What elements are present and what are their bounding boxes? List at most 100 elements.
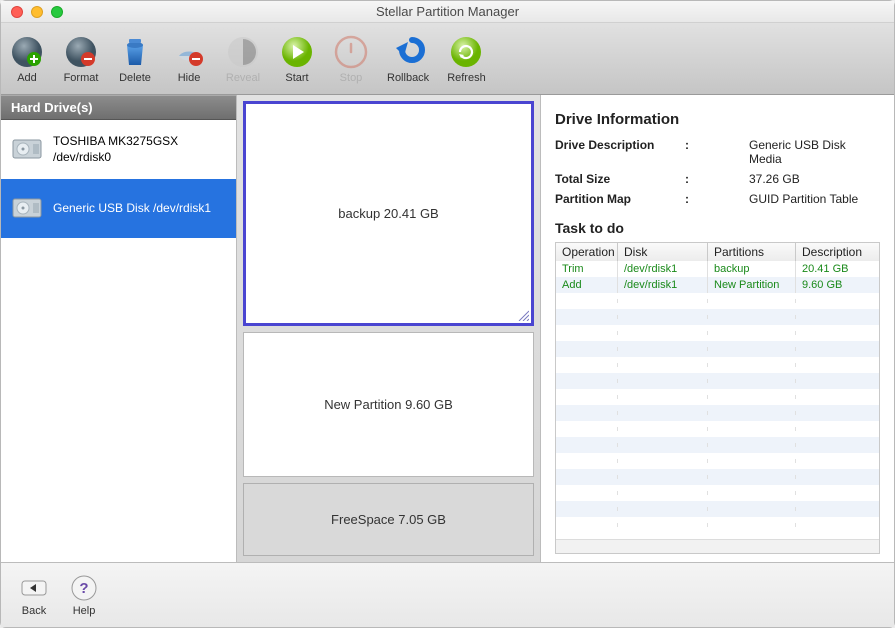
format-label: Format bbox=[64, 72, 99, 84]
col-partitions[interactable]: Partitions bbox=[708, 243, 796, 261]
task-row-empty bbox=[556, 405, 879, 421]
cell-description: 20.41 GB bbox=[796, 261, 879, 277]
hard-drive-icon bbox=[11, 134, 43, 165]
start-label: Start bbox=[285, 72, 308, 84]
partition-label: FreeSpace 7.05 GB bbox=[331, 512, 446, 527]
delete-icon bbox=[117, 34, 153, 70]
rollback-label: Rollback bbox=[387, 72, 429, 84]
minimize-window-button[interactable] bbox=[31, 6, 43, 18]
info-title: Drive Information bbox=[555, 111, 880, 128]
add-label: Add bbox=[17, 72, 37, 84]
partition-map: backup 20.41 GB New Partition 9.60 GB Fr… bbox=[236, 95, 541, 562]
task-row-empty bbox=[556, 469, 879, 485]
partition-label: New Partition 9.60 GB bbox=[324, 397, 453, 412]
delete-button[interactable]: Delete bbox=[117, 34, 153, 84]
cell-description: 9.60 GB bbox=[796, 277, 879, 293]
refresh-button[interactable]: Refresh bbox=[447, 34, 486, 84]
partition-backup[interactable]: backup 20.41 GB bbox=[243, 101, 534, 326]
task-rows: Trim /dev/rdisk1 backup 20.41 GB Add /de… bbox=[556, 261, 879, 539]
partition-new[interactable]: New Partition 9.60 GB bbox=[243, 332, 534, 477]
task-row-empty bbox=[556, 389, 879, 405]
drive-item-generic-usb[interactable]: Generic USB Disk /dev/rdisk1 bbox=[1, 179, 236, 238]
zoom-window-button[interactable] bbox=[51, 6, 63, 18]
info-key: Drive Description bbox=[555, 138, 685, 166]
sidebar-header: Hard Drive(s) bbox=[1, 95, 236, 120]
task-table-header: Operation Disk Partitions Description bbox=[556, 243, 879, 261]
cell-operation: Trim bbox=[556, 261, 618, 277]
task-row[interactable]: Trim /dev/rdisk1 backup 20.41 GB bbox=[556, 261, 879, 277]
task-row-empty bbox=[556, 437, 879, 453]
resize-grip[interactable] bbox=[517, 309, 529, 321]
titlebar: Stellar Partition Manager bbox=[1, 1, 894, 23]
close-window-button[interactable] bbox=[11, 6, 23, 18]
drive-item-toshiba[interactable]: TOSHIBA MK3275GSX /dev/rdisk0 bbox=[1, 120, 236, 179]
back-label: Back bbox=[22, 605, 46, 617]
task-row-empty bbox=[556, 309, 879, 325]
hide-icon bbox=[171, 34, 207, 70]
stop-icon bbox=[333, 34, 369, 70]
rollback-button[interactable]: Rollback bbox=[387, 34, 429, 84]
format-icon bbox=[63, 34, 99, 70]
info-value: Generic USB Disk Media bbox=[699, 138, 880, 166]
rollback-icon bbox=[390, 34, 426, 70]
drive-line2: /dev/rdisk0 bbox=[53, 150, 178, 166]
col-description[interactable]: Description bbox=[796, 243, 879, 261]
task-row-empty bbox=[556, 421, 879, 437]
window-title: Stellar Partition Manager bbox=[1, 4, 894, 19]
hide-label: Hide bbox=[178, 72, 201, 84]
stop-button: Stop bbox=[333, 34, 369, 84]
cell-partition: backup bbox=[708, 261, 796, 277]
footer-toolbar: Back ? Help bbox=[1, 563, 894, 627]
stop-label: Stop bbox=[340, 72, 363, 84]
info-value: 37.26 GB bbox=[699, 172, 880, 186]
drive-sidebar: Hard Drive(s) TOSHIBA MK3275GSX /dev/rdi… bbox=[1, 95, 236, 562]
task-row-empty bbox=[556, 293, 879, 309]
task-table: Operation Disk Partitions Description Tr… bbox=[555, 242, 880, 554]
task-row-empty bbox=[556, 373, 879, 389]
drive-text: TOSHIBA MK3275GSX /dev/rdisk0 bbox=[53, 134, 178, 165]
task-row-empty bbox=[556, 517, 879, 533]
delete-label: Delete bbox=[119, 72, 151, 84]
drive-text: Generic USB Disk /dev/rdisk1 bbox=[53, 201, 211, 217]
svg-text:?: ? bbox=[79, 580, 88, 597]
add-button[interactable]: Add bbox=[9, 34, 45, 84]
drive-line1: TOSHIBA MK3275GSX bbox=[53, 134, 178, 150]
partition-freespace[interactable]: FreeSpace 7.05 GB bbox=[243, 483, 534, 556]
refresh-icon bbox=[448, 34, 484, 70]
task-row-empty bbox=[556, 341, 879, 357]
main-toolbar: Add Format Delete Hide Reveal Start bbox=[1, 23, 894, 95]
cell-operation: Add bbox=[556, 277, 618, 293]
reveal-icon bbox=[225, 34, 261, 70]
help-label: Help bbox=[73, 605, 96, 617]
task-row-empty bbox=[556, 501, 879, 517]
hide-button[interactable]: Hide bbox=[171, 34, 207, 84]
help-button[interactable]: ? Help bbox=[69, 573, 99, 617]
back-icon bbox=[19, 573, 49, 603]
hard-drive-icon bbox=[11, 193, 43, 224]
info-row-totalsize: Total Size : 37.26 GB bbox=[555, 172, 880, 186]
reveal-button: Reveal bbox=[225, 34, 261, 84]
task-row[interactable]: Add /dev/rdisk1 New Partition 9.60 GB bbox=[556, 277, 879, 293]
task-title: Task to do bbox=[555, 220, 880, 236]
drive-line1: Generic USB Disk /dev/rdisk1 bbox=[53, 201, 211, 217]
start-icon bbox=[279, 34, 315, 70]
format-button[interactable]: Format bbox=[63, 34, 99, 84]
task-row-empty bbox=[556, 485, 879, 501]
cell-disk: /dev/rdisk1 bbox=[618, 277, 708, 293]
col-disk[interactable]: Disk bbox=[618, 243, 708, 261]
info-panel: Drive Information Drive Description : Ge… bbox=[541, 95, 894, 562]
back-button[interactable]: Back bbox=[19, 573, 49, 617]
col-operation[interactable]: Operation bbox=[556, 243, 618, 261]
horizontal-scrollbar[interactable] bbox=[556, 539, 879, 553]
cell-partition: New Partition bbox=[708, 277, 796, 293]
add-icon bbox=[9, 34, 45, 70]
task-row-empty bbox=[556, 325, 879, 341]
info-key: Total Size bbox=[555, 172, 685, 186]
start-button[interactable]: Start bbox=[279, 34, 315, 84]
info-value: GUID Partition Table bbox=[699, 192, 880, 206]
refresh-label: Refresh bbox=[447, 72, 486, 84]
task-row-empty bbox=[556, 453, 879, 469]
info-row-partitionmap: Partition Map : GUID Partition Table bbox=[555, 192, 880, 206]
help-icon: ? bbox=[69, 573, 99, 603]
partition-label: backup 20.41 GB bbox=[338, 206, 438, 221]
